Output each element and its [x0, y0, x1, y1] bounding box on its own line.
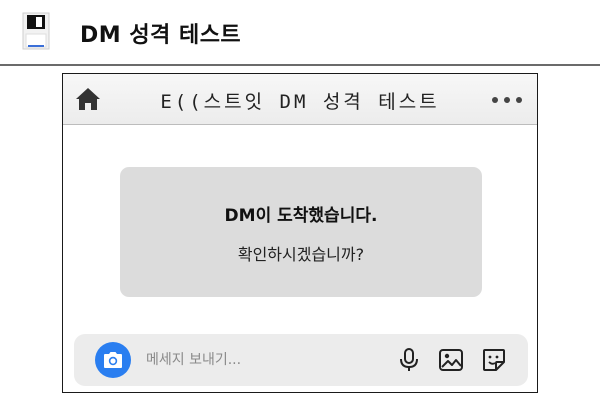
camera-icon	[104, 352, 122, 368]
dm-confirm-text: 확인하시겠습니까?	[237, 245, 365, 264]
home-icon[interactable]	[74, 86, 102, 112]
chat-top-bar: E((스트잇 DM 성격 테스트	[63, 74, 537, 125]
floppy-disk-icon	[22, 12, 50, 50]
page: DM 성격 테스트 E((스트잇 DM 성격 테스트 DM이 도착했습니다. 확…	[0, 0, 600, 400]
dm-notification-card[interactable]: DM이 도착했습니다. 확인하시겠습니까?	[120, 167, 482, 297]
sticker-icon[interactable]	[481, 347, 507, 373]
more-horizontal-icon[interactable]	[491, 96, 523, 104]
page-title: DM 성격 테스트	[80, 23, 242, 48]
camera-button[interactable]	[95, 342, 131, 378]
message-input[interactable]	[146, 347, 376, 373]
image-icon[interactable]	[438, 347, 464, 373]
phone-frame: E((스트잇 DM 성격 테스트 DM이 도착했습니다. 확인하시겠습니까?	[62, 73, 538, 393]
microphone-icon[interactable]	[396, 347, 422, 373]
app-header: DM 성격 테스트	[0, 0, 600, 62]
chat-title: E((스트잇 DM 성격 테스트	[160, 91, 440, 113]
dm-arrived-text: DM이 도착했습니다.	[224, 206, 378, 226]
message-composer	[74, 334, 528, 386]
header-divider	[0, 64, 600, 66]
